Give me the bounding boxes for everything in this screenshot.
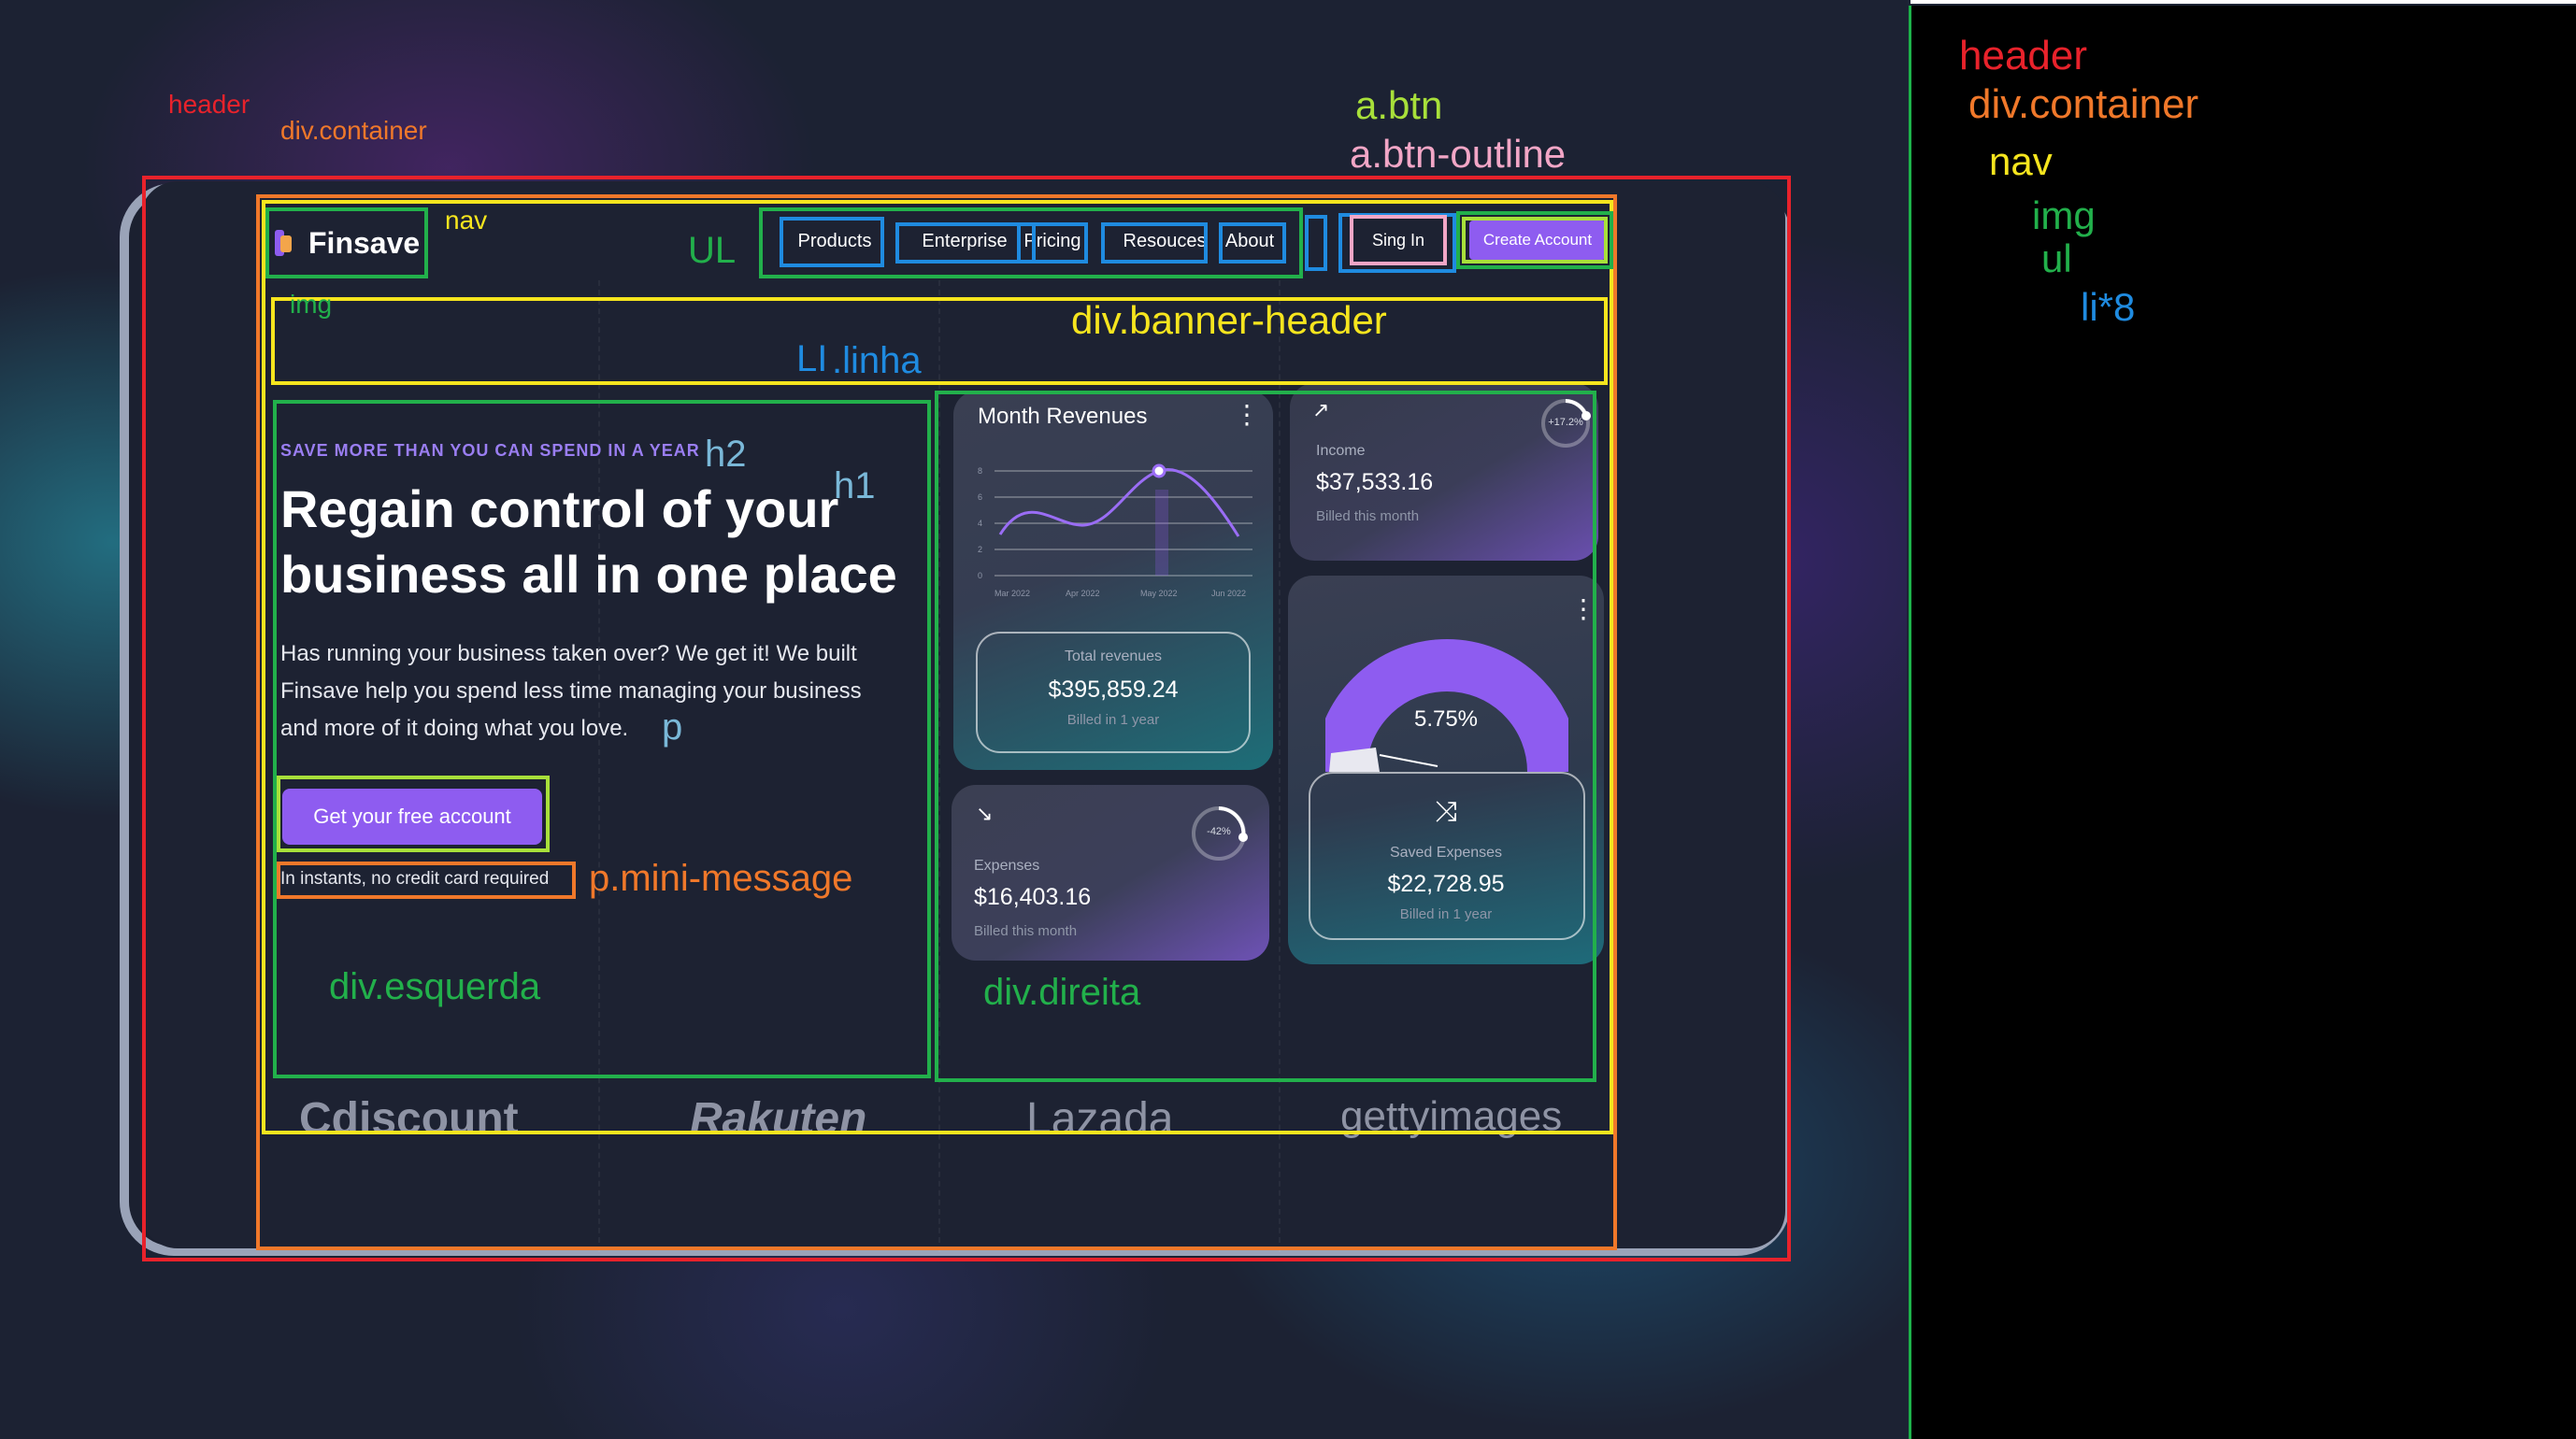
- label-a-btn: a.btn: [1355, 83, 1443, 127]
- li-outline: [780, 217, 884, 267]
- li-outline: [1219, 222, 1286, 264]
- label-p: p: [662, 706, 683, 748]
- li-outline: [895, 222, 1036, 264]
- label-banner-header: div.banner-header: [1071, 298, 1387, 342]
- label-nav: nav: [445, 206, 488, 235]
- banner-header-outline: [271, 297, 1608, 385]
- btn-outline-outline: [1350, 215, 1447, 265]
- label-header: header: [168, 90, 250, 119]
- btn-cta-outline: [277, 776, 550, 852]
- li-outline: [1305, 215, 1327, 271]
- li-outline: [1101, 222, 1208, 264]
- label-a-btn-outline: a.btn-outline: [1350, 132, 1567, 176]
- outline-header: header: [1959, 33, 2088, 78]
- btn-outline: [1462, 217, 1608, 264]
- outline-img: img: [2032, 193, 2096, 237]
- img-outline: [265, 207, 428, 278]
- outline-nav: nav: [1989, 139, 2053, 183]
- outline-ul: ul: [2041, 236, 2072, 280]
- li-outline: [1017, 222, 1088, 264]
- outline-panel: [1909, 6, 2576, 1439]
- label-mini-message: p.mini-message: [589, 858, 853, 899]
- label-esquerda: div.esquerda: [329, 966, 541, 1007]
- label-ul: UL: [688, 230, 737, 271]
- label-h2: h2: [705, 434, 747, 475]
- label-img: img: [290, 290, 333, 319]
- label-direita: div.direita: [983, 972, 1141, 1013]
- mini-message-outline: [277, 862, 576, 899]
- label-linha: .linha: [832, 340, 922, 381]
- label-div-container: div.container: [280, 116, 427, 145]
- label-h1: h1: [834, 465, 876, 506]
- panel-top-border: [1911, 0, 2576, 4]
- label-li: LI: [796, 338, 828, 379]
- outline-div-container: div.container: [1968, 81, 2199, 127]
- outline-li: li*8: [2081, 285, 2136, 329]
